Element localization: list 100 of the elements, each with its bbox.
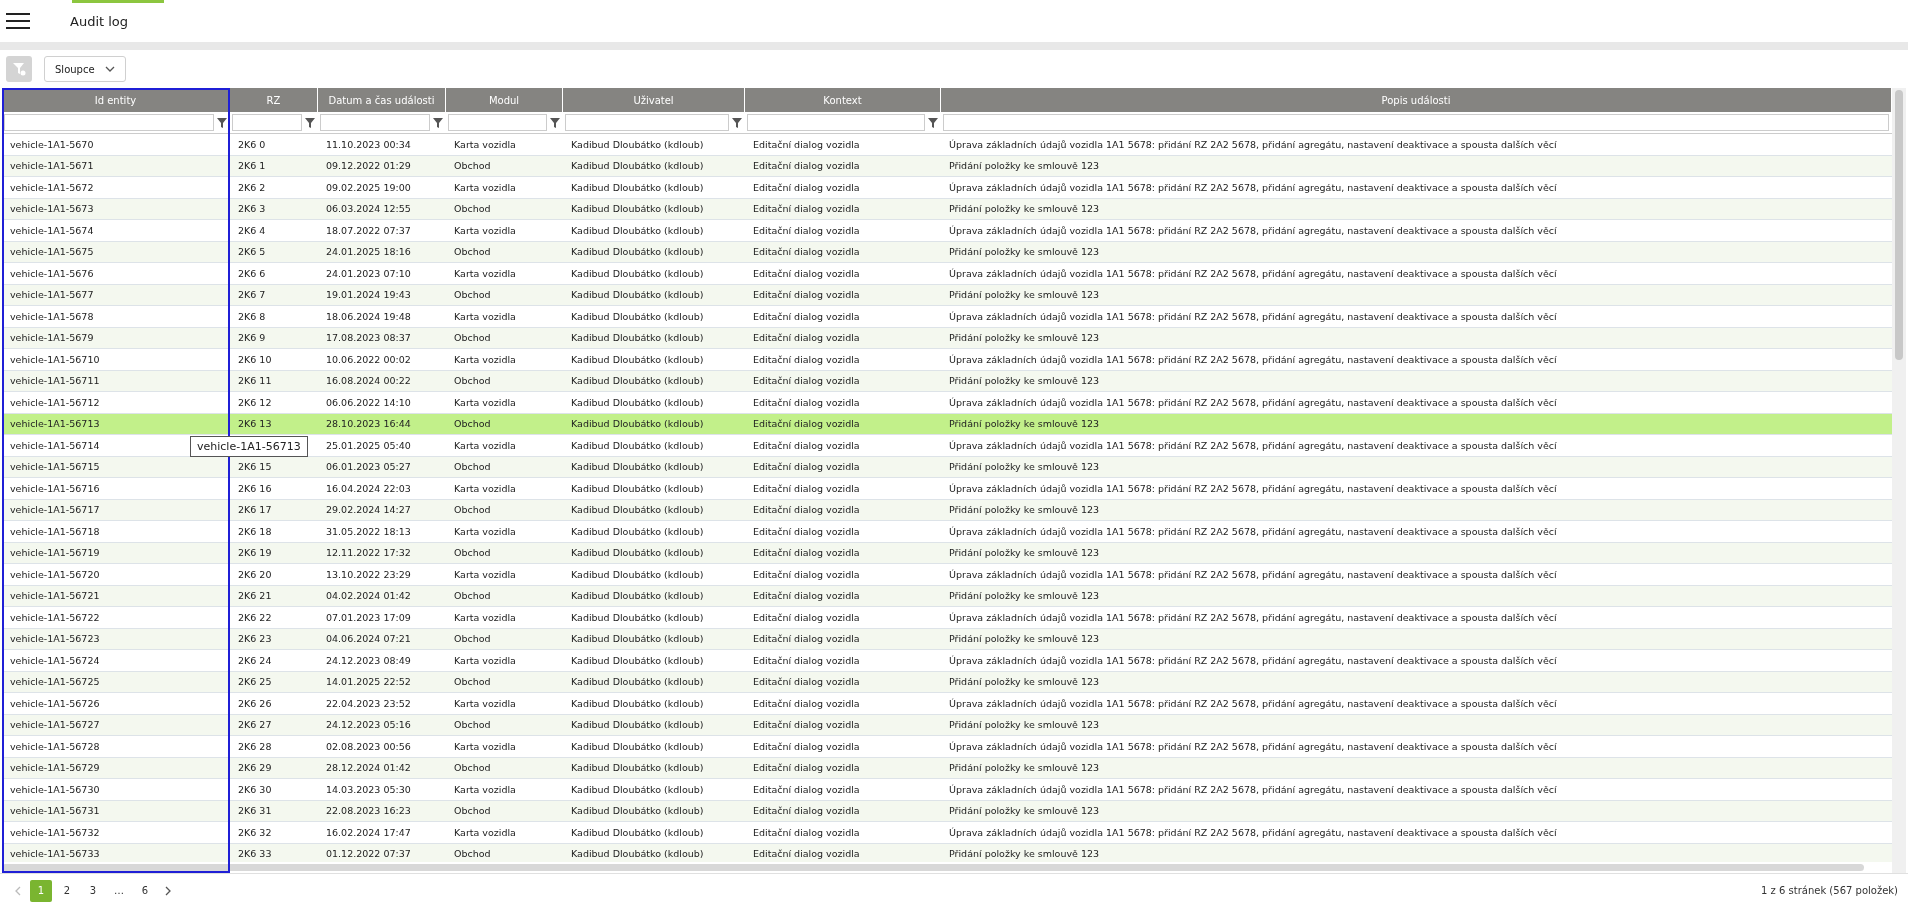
table-cell-text: 16.04.2024 22:03 (325, 482, 412, 494)
table-row[interactable]: vehicle-1A1-56729 2K6 29 28.12.2024 01:42 Obchod Kadibud Dloubátko (kdloub) Editační dialog vozidla Přidání položky ke smlouvě 123 (2, 757, 1892, 779)
table-cell-text: 12.11.2022 17:32 (325, 547, 412, 559)
table-cell-text: Editační dialog vozidla (752, 525, 861, 537)
table-cell-text: Úprava základních údajů vozidla 1A1 5678: přidání RZ 2A2 5678, přidání agregátu, nastavení deaktivace a spousta dalších věcí (948, 568, 1558, 580)
filter-icon[interactable] (732, 117, 742, 128)
table-cell-text: vehicle-1A1-56727 (9, 719, 101, 731)
table-row[interactable]: vehicle-1A1-5679 2K6 9 17.08.2023 08:37 Obchod Kadibud Dloubátko (kdloub) Editační dialog vozidla Přidání položky ke smlouvě 123 (2, 327, 1892, 349)
table-row[interactable]: vehicle-1A1-56721 2K6 21 04.02.2024 01:42 Obchod Kadibud Dloubátko (kdloub) Editační dialog vozidla Přidání položky ke smlouvě 123 (2, 585, 1892, 607)
table-cell-text: Obchod (453, 848, 492, 860)
filter-icon[interactable] (433, 117, 443, 128)
table-cell-text: Úprava základních údajů vozidla 1A1 5678: přidání RZ 2A2 5678, přidání agregátu, nastavení deaktivace a spousta dalších věcí (948, 353, 1558, 365)
table-row[interactable]: vehicle-1A1-56719 2K6 19 12.11.2022 17:32 Obchod Kadibud Dloubátko (kdloub) Editační dialog vozidla Přidání položky ke smlouvě 123 (2, 542, 1892, 564)
table-cell-text: Obchod (453, 461, 492, 473)
table-cell-text: Kadibud Dloubátko (kdloub) (570, 461, 705, 473)
table-cell-text: vehicle-1A1-5679 (9, 332, 95, 344)
table-cell-text: 14.03.2023 05:30 (325, 783, 412, 795)
filter-field[interactable] (4, 114, 214, 131)
table-cell-text: 06.01.2023 05:27 (325, 461, 412, 473)
table-cell-text: Editační dialog vozidla (752, 654, 861, 666)
table-cell-text: 2K6 3 (237, 203, 267, 215)
page-button[interactable]: … (108, 879, 130, 902)
column-header[interactable]: Modul (446, 88, 563, 112)
table-cell-text: 11.10.2023 00:34 (325, 138, 412, 150)
table-cell-text: Kadibud Dloubátko (kdloub) (570, 418, 705, 430)
table-cell-text: Editační dialog vozidla (752, 547, 861, 559)
table-row[interactable]: vehicle-1A1-56731 2K6 31 22.08.2023 16:23 Obchod Kadibud Dloubátko (kdloub) Editační dialog vozidla Přidání položky ke smlouvě 123 (2, 800, 1892, 822)
table-cell-text: Úprava základních údajů vozidla 1A1 5678: přidání RZ 2A2 5678, přidání agregátu, nastavení deaktivace a spousta dalších věcí (948, 181, 1558, 193)
scrollbar-thumb[interactable] (2, 863, 1864, 871)
table-cell-text: Kadibud Dloubátko (kdloub) (570, 310, 705, 322)
scrollbar-thumb[interactable] (1895, 90, 1903, 360)
table-row[interactable]: vehicle-1A1-56727 2K6 27 24.12.2023 05:16 Obchod Kadibud Dloubátko (kdloub) Editační dialog vozidla Přidání položky ke smlouvě 123 (2, 714, 1892, 736)
filter-field[interactable] (943, 114, 1889, 131)
table-cell-text: Obchod (453, 676, 492, 688)
table-cell-text: 16.02.2024 17:47 (325, 826, 412, 838)
table-cell-text: 2K6 11 (237, 375, 273, 387)
column-header[interactable]: Datum a čas události (318, 88, 446, 112)
table-cell-text: 10.06.2022 00:02 (325, 353, 412, 365)
table-row[interactable]: vehicle-1A1-56723 2K6 23 04.06.2024 07:21 Obchod Kadibud Dloubátko (kdloub) Editační dialog vozidla Přidání položky ke smlouvě 123 (2, 628, 1892, 650)
table-cell-text: 2K6 30 (237, 783, 273, 795)
table-cell-text: vehicle-1A1-5676 (9, 267, 95, 279)
filter-icon[interactable] (550, 117, 560, 128)
table-cell-text: Přidání položky ke smlouvě 123 (948, 289, 1101, 301)
pagination-info: 1 z 6 stránek (567 položek) (1761, 885, 1898, 896)
column-header[interactable]: Popis události (941, 88, 1892, 112)
table-cell-text: 2K6 10 (237, 353, 273, 365)
table-cell-text: 24.01.2025 18:16 (325, 246, 412, 258)
table-cell-text: 25.01.2025 05:40 (325, 439, 412, 451)
table-cell-text: Editační dialog vozidla (752, 697, 861, 709)
table-cell-text: 2K6 25 (237, 676, 273, 688)
page-button[interactable]: 6 (134, 879, 156, 902)
table-row[interactable]: vehicle-1A1-56713 2K6 13 28.10.2023 16:44 Obchod Kadibud Dloubátko (kdloub) Editační dialog vozidla Přidání položky ke smlouvě 123 (2, 413, 1892, 435)
table-cell-text: Kadibud Dloubátko (kdloub) (570, 590, 705, 602)
table-row[interactable]: vehicle-1A1-56717 2K6 17 29.02.2024 14:27 Obchod Kadibud Dloubátko (kdloub) Editační dialog vozidla Přidání položky ke smlouvě 123 (2, 499, 1892, 521)
table-cell-text: Obchod (453, 719, 492, 731)
column-header[interactable]: RZ (230, 88, 318, 112)
table-cell-text: Kadibud Dloubátko (kdloub) (570, 246, 705, 258)
table-row[interactable]: vehicle-1A1-5675 2K6 5 24.01.2025 18:16 Obchod Kadibud Dloubátko (kdloub) Editační dialog vozidla Přidání položky ke smlouvě 123 (2, 241, 1892, 263)
table-cell-text: vehicle-1A1-56733 (9, 848, 101, 860)
table-cell-text: Kadibud Dloubátko (kdloub) (570, 332, 705, 344)
table-cell-text: Editační dialog vozidla (752, 633, 861, 645)
filter-icon[interactable] (217, 117, 227, 128)
table-cell-text: Editační dialog vozidla (752, 762, 861, 774)
table-cell-text: 14.01.2025 22:52 (325, 676, 412, 688)
table-cell-text: vehicle-1A1-5672 (9, 181, 95, 193)
table-row[interactable]: vehicle-1A1-56715 2K6 15 06.01.2023 05:27 Obchod Kadibud Dloubátko (kdloub) Editační dialog vozidla Přidání položky ke smlouvě 123 (2, 456, 1892, 478)
table-row[interactable]: vehicle-1A1-5677 2K6 7 19.01.2024 19:43 Obchod Kadibud Dloubátko (kdloub) Editační dialog vozidla Přidání položky ke smlouvě 123 (2, 284, 1892, 306)
table-cell-text: Editační dialog vozidla (752, 332, 861, 344)
table-cell-text: Karta vozidla (453, 396, 517, 408)
page-button[interactable]: 2 (56, 879, 78, 902)
table-cell-text: Kadibud Dloubátko (kdloub) (570, 762, 705, 774)
filter-field[interactable] (232, 114, 302, 131)
filter-field[interactable] (565, 114, 729, 131)
table-cell-text: Kadibud Dloubátko (kdloub) (570, 654, 705, 666)
table-cell-text: Obchod (453, 246, 492, 258)
column-header[interactable]: Kontext (745, 88, 941, 112)
table-cell-text: 2K6 31 (237, 805, 273, 817)
table-row[interactable]: vehicle-1A1-56711 2K6 11 16.08.2024 00:22 Obchod Kadibud Dloubátko (kdloub) Editační dialog vozidla Přidání položky ke smlouvě 123 (2, 370, 1892, 392)
table-cell-text: Karta vozidla (453, 267, 517, 279)
table-cell-text: Editační dialog vozidla (752, 848, 861, 860)
table-cell-text: 09.12.2022 01:29 (325, 160, 412, 172)
table-row[interactable]: vehicle-1A1-56725 2K6 25 14.01.2025 22:52 Obchod Kadibud Dloubátko (kdloub) Editační dialog vozidla Přidání položky ke smlouvě 123 (2, 671, 1892, 693)
table-cell-text: Úprava základních údajů vozidla 1A1 5678: přidání RZ 2A2 5678, přidání agregátu, nastavení deaktivace a spousta dalších věcí (948, 697, 1558, 709)
table-cell-text: 2K6 7 (237, 289, 267, 301)
filter-icon[interactable] (305, 117, 315, 128)
column-header[interactable]: Id entity (2, 88, 230, 112)
filter-field[interactable] (747, 114, 925, 131)
column-header[interactable]: Uživatel (563, 88, 745, 112)
filter-field[interactable] (448, 114, 547, 131)
table-cell-text: vehicle-1A1-56729 (9, 762, 101, 774)
filter-field[interactable] (320, 114, 430, 131)
filter-icon[interactable] (928, 117, 938, 128)
columns-dropdown[interactable]: Sloupce (44, 56, 126, 82)
table-row[interactable]: vehicle-1A1-5673 2K6 3 06.03.2024 12:55 Obchod Kadibud Dloubátko (kdloub) Editační dialog vozidla Přidání položky ke smlouvě 123 (2, 198, 1892, 220)
table-row[interactable]: vehicle-1A1-5671 2K6 1 09.12.2022 01:29 Obchod Kadibud Dloubátko (kdloub) Editační dialog vozidla Přidání položky ke smlouvě 123 (2, 155, 1892, 177)
page-button[interactable]: 3 (82, 879, 104, 902)
table-cell-text: vehicle-1A1-56718 (9, 525, 101, 537)
table-cell-text: 2K6 9 (237, 332, 267, 344)
menu-icon[interactable] (6, 13, 30, 29)
table-cell-text: 24.12.2023 08:49 (325, 654, 412, 666)
